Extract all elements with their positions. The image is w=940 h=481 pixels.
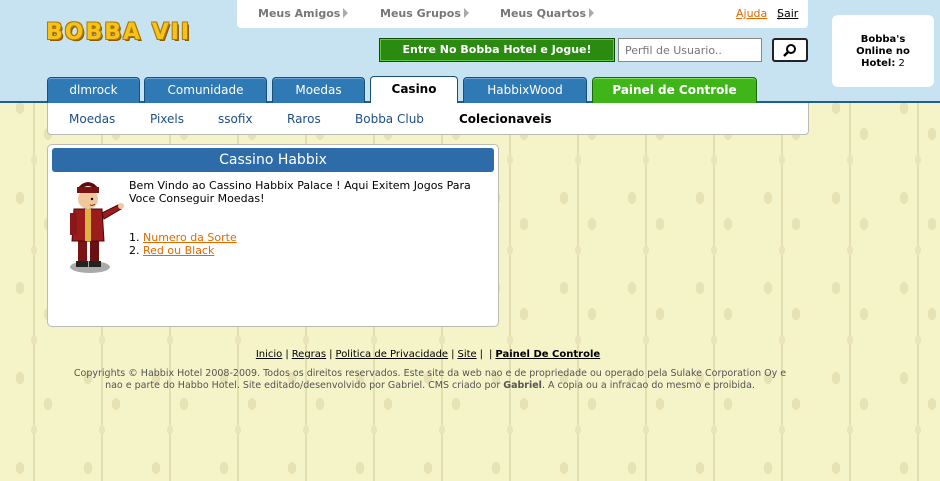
game-list: 1. Numero da Sorte 2. Red ou Black — [129, 231, 237, 257]
list-item: 1. Numero da Sorte — [129, 231, 237, 244]
online-users-box: Bobba's Online no Hotel: 2 — [832, 15, 934, 87]
casino-panel: Cassino Habbix Bem Vindo ao Cassino Habb… — [47, 144, 499, 327]
tab-moedas[interactable]: Moedas — [272, 77, 365, 103]
footer-links: Inicio | Regras | Politica de Privacidade | Si… — [0, 349, 856, 360]
magnifier-icon — [783, 44, 796, 57]
copyright-text: Copyrights © Habbix Hotel 2008-2009. Tod… — [40, 368, 820, 392]
list-item: 2. Red ou Black — [129, 244, 215, 257]
croupier-avatar-image — [70, 182, 124, 273]
tab-habbixwood[interactable]: HabbixWood — [463, 77, 587, 103]
tab-dlmrock[interactable]: dlmrock — [47, 77, 140, 103]
nav-my-groups-label: Meus Grupos — [380, 7, 461, 20]
subnav-ssofix[interactable]: ssofix — [218, 112, 253, 126]
nav-my-groups[interactable]: Meus Grupos — [380, 7, 469, 20]
subnav-raros[interactable]: Raros — [287, 112, 321, 126]
header: BOBBA VII Meus Amigos Meus Grupos Meus Q… — [0, 0, 940, 105]
panel-title: Cassino Habbix — [52, 148, 494, 172]
online-line3: Hotel: 2 — [832, 58, 934, 70]
subnav-bobba-club[interactable]: Bobba Club — [355, 112, 424, 126]
enter-hotel-button[interactable]: Entre No Bobba Hotel e Jogue! — [379, 38, 615, 62]
footer-link-regras[interactable]: Regras — [292, 349, 326, 360]
copyright-line2: nao e parte do Habbo Hotel. Site editado… — [40, 380, 820, 392]
separator: | — [489, 349, 493, 360]
nav-my-rooms-label: Meus Quartos — [500, 7, 587, 20]
arrow-right-icon — [463, 8, 469, 18]
nav-my-friends[interactable]: Meus Amigos — [258, 7, 349, 20]
arrow-right-icon — [343, 8, 349, 18]
subnav-moedas[interactable]: Moedas — [69, 112, 115, 126]
online-line1: Bobba's — [860, 34, 906, 45]
user-profile-search-input[interactable] — [618, 38, 762, 62]
game-link-numero-da-sorte[interactable]: Numero da Sorte — [143, 231, 237, 244]
online-hotel-label: Hotel: — [861, 58, 896, 69]
online-count: 2 — [898, 58, 905, 69]
footer-link-privacidade[interactable]: Politica de Privacidade — [336, 349, 449, 360]
subnav-pixels[interactable]: Pixels — [150, 112, 184, 126]
footer-link-painel[interactable]: Painel De Controle — [495, 349, 600, 360]
copyright-author: Gabriel — [503, 380, 542, 391]
online-line2: Online no — [856, 46, 910, 57]
sub-navigation: Moedas Pixels ssofix Raros Bobba Club Co… — [47, 103, 809, 135]
footer-link-inicio[interactable]: Inicio — [256, 349, 282, 360]
help-link[interactable]: Ajuda — [736, 7, 767, 20]
footer-link-site[interactable]: Site — [457, 349, 476, 360]
nav-my-friends-label: Meus Amigos — [258, 7, 341, 20]
copyright-line1: Copyrights © Habbix Hotel 2008-2009. Tod… — [73, 368, 787, 379]
separator: | — [329, 349, 333, 360]
top-nav-bar: Meus Amigos Meus Grupos Meus Quartos Aju… — [237, 0, 808, 28]
welcome-text: Bem Vindo ao Cassino Habbix Palace ! Aqu… — [129, 179, 471, 205]
search-button[interactable] — [772, 38, 808, 62]
tab-comunidade[interactable]: Comunidade — [144, 77, 267, 103]
copyright-line2-b: . A copia ou a infracao do mesmo e proib… — [541, 380, 755, 391]
game-link-red-ou-black[interactable]: Red ou Black — [143, 244, 214, 257]
separator: | — [479, 349, 484, 360]
subnav-colecionaveis[interactable]: Colecionaveis — [459, 112, 552, 126]
nav-my-rooms[interactable]: Meus Quartos — [500, 7, 595, 20]
arrow-right-icon — [589, 8, 595, 18]
tab-painel-de-controle[interactable]: Painel de Controle — [592, 77, 757, 103]
copyright-line2-a: nao e parte do Habbo Hotel. Site editado… — [105, 380, 504, 391]
site-logo[interactable]: BOBBA VII — [46, 20, 191, 45]
logout-link[interactable]: Sair — [777, 7, 798, 20]
separator: | — [285, 349, 289, 360]
separator: | — [451, 349, 455, 360]
tab-casino[interactable]: Casino — [370, 76, 458, 105]
